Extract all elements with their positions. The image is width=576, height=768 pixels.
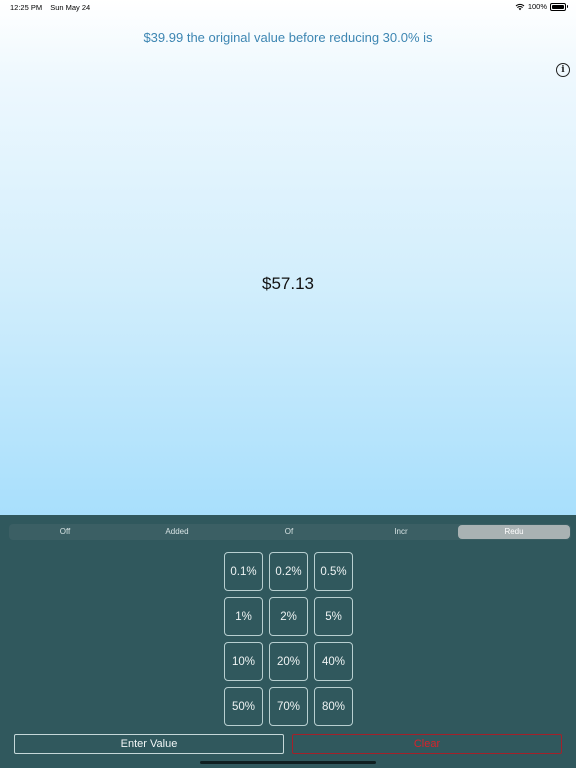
mode-of[interactable]: Of <box>233 524 345 540</box>
status-bar-left: 12:25 PM Sun May 24 <box>10 3 96 12</box>
mode-incr[interactable]: Incr <box>345 524 457 540</box>
percent-button-40[interactable]: 40% <box>314 642 353 681</box>
battery-percent: 100% <box>527 2 547 11</box>
percent-button-80[interactable]: 80% <box>314 687 353 726</box>
mode-redu[interactable]: Redu <box>458 525 570 539</box>
percent-button-5[interactable]: 5% <box>314 597 353 636</box>
mode-segmented-control: Off Added Of Incr Redu <box>9 524 571 540</box>
wifi-icon <box>515 3 525 10</box>
percent-button-0-2[interactable]: 0.2% <box>269 552 308 591</box>
info-icon[interactable]: i <box>556 63 570 77</box>
status-date: Sun May 24 <box>50 3 91 12</box>
percent-button-0-1[interactable]: 0.1% <box>224 552 263 591</box>
percent-button-1[interactable]: 1% <box>224 597 263 636</box>
calculation-question: $39.99 the original value before reducin… <box>143 30 433 45</box>
percent-grid: 0.1% 0.2% 0.5% 1% 2% 5% 10% 20% 40% 50% … <box>224 552 353 726</box>
clear-button[interactable]: Clear <box>292 734 562 754</box>
keypad-panel: Off Added Of Incr Redu 0.1% 0.2% 0.5% 1%… <box>0 515 576 768</box>
percent-button-10[interactable]: 10% <box>224 642 263 681</box>
percent-button-0-5[interactable]: 0.5% <box>314 552 353 591</box>
mode-added[interactable]: Added <box>121 524 233 540</box>
status-bar-right: 100% <box>512 2 568 11</box>
percent-button-70[interactable]: 70% <box>269 687 308 726</box>
home-indicator[interactable] <box>200 761 376 764</box>
enter-value-button[interactable]: Enter Value <box>14 734 284 754</box>
battery-icon <box>550 2 568 11</box>
app-screen: 12:25 PM Sun May 24 100% $39.99 the orig… <box>0 0 576 768</box>
result-area: 12:25 PM Sun May 24 100% $39.99 the orig… <box>0 0 576 515</box>
mode-off[interactable]: Off <box>9 524 121 540</box>
percent-button-2[interactable]: 2% <box>269 597 308 636</box>
percent-button-50[interactable]: 50% <box>224 687 263 726</box>
status-time: 12:25 PM <box>10 3 43 12</box>
percent-button-20[interactable]: 20% <box>269 642 308 681</box>
calculation-result: $57.13 <box>262 274 314 293</box>
